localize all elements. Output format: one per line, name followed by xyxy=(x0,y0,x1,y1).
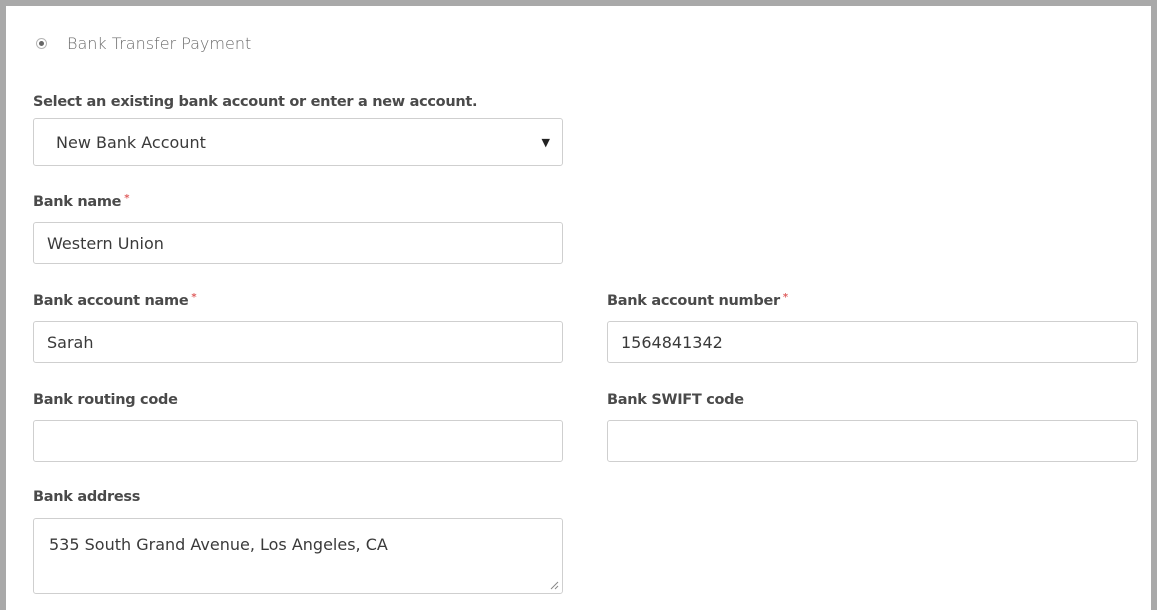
bank-account-name-label-text: Bank account name xyxy=(33,293,189,309)
account-select-label: Select an existing bank account or enter… xyxy=(33,94,478,110)
bank-address-textarea[interactable]: 535 South Grand Avenue, Los Angeles, CA xyxy=(33,518,563,594)
radio-dot xyxy=(39,41,44,46)
bank-account-name-input[interactable]: Sarah xyxy=(33,321,563,363)
resize-grip-icon[interactable] xyxy=(550,581,559,590)
bank-name-value: Western Union xyxy=(47,233,164,253)
bank-account-select-value: New Bank Account xyxy=(56,132,206,152)
required-mark: * xyxy=(782,292,788,303)
required-mark: * xyxy=(191,292,197,303)
bank-account-name-value: Sarah xyxy=(47,332,94,352)
bank-account-number-input[interactable]: 1564841342 xyxy=(607,321,1138,363)
radio-selected-icon[interactable] xyxy=(36,38,47,49)
caret-down-icon: ▼ xyxy=(541,135,550,149)
bank-account-select[interactable]: New Bank Account ▼ xyxy=(33,118,563,166)
bank-transfer-option[interactable]: Bank Transfer Payment xyxy=(36,34,251,53)
bank-account-number-value: 1564841342 xyxy=(621,332,723,352)
bank-address-value: 535 South Grand Avenue, Los Angeles, CA xyxy=(49,535,388,554)
bank-account-name-label: Bank account name * xyxy=(33,292,197,309)
bank-transfer-label: Bank Transfer Payment xyxy=(67,34,252,53)
bank-address-label: Bank address xyxy=(33,489,141,505)
bank-name-label: Bank name * xyxy=(33,193,130,210)
required-mark: * xyxy=(124,193,130,204)
bank-account-number-label-text: Bank account number xyxy=(607,293,780,309)
bank-swift-code-input[interactable] xyxy=(607,420,1138,462)
bank-routing-code-label: Bank routing code xyxy=(33,392,178,408)
bank-name-label-text: Bank name xyxy=(33,194,122,210)
bank-routing-code-input[interactable] xyxy=(33,420,563,462)
payment-form-panel: Bank Transfer Payment Select an existing… xyxy=(0,0,1157,610)
bank-swift-code-label: Bank SWIFT code xyxy=(607,392,744,408)
bank-name-input[interactable]: Western Union xyxy=(33,222,563,264)
bank-account-number-label: Bank account number * xyxy=(607,292,788,309)
